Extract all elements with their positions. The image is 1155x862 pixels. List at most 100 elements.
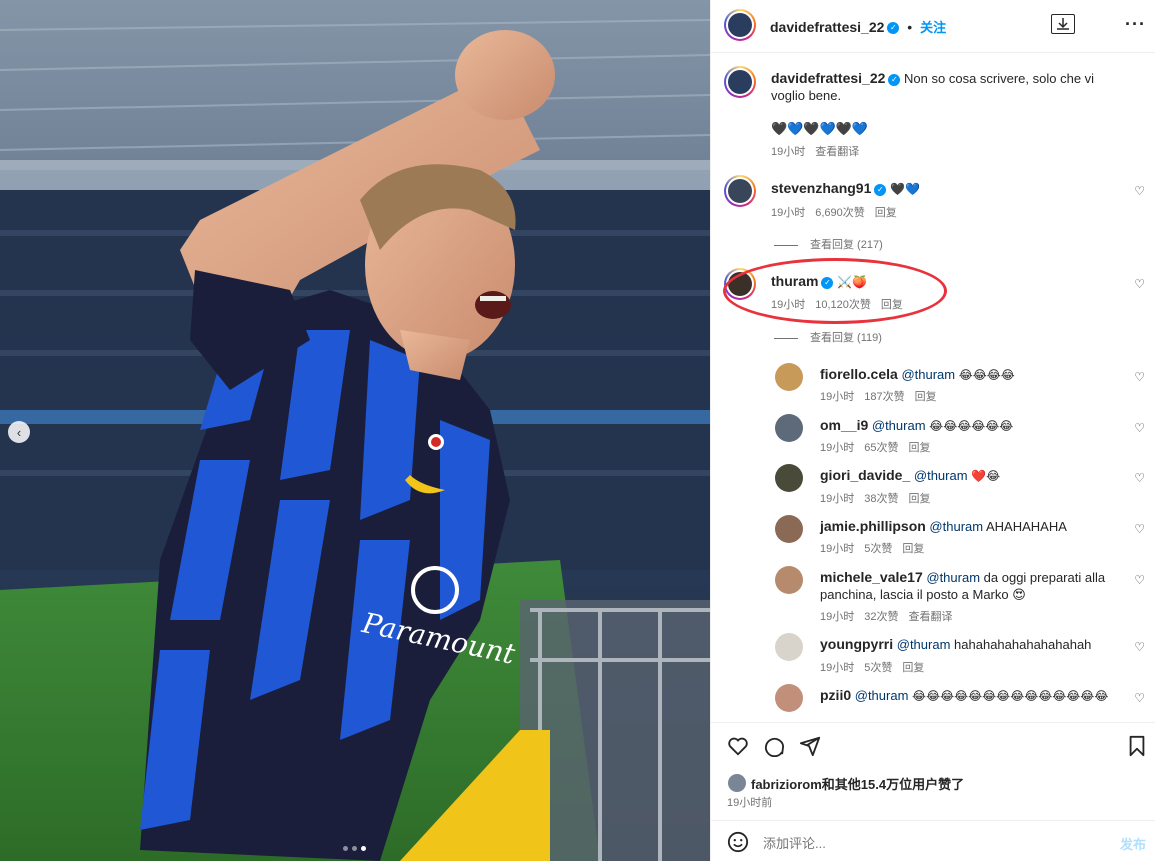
comment-avatar[interactable] (724, 175, 756, 207)
reply-avatar[interactable] (775, 633, 803, 661)
reply-mention[interactable]: @thuram (926, 570, 980, 585)
reply-likes[interactable]: 65次赞 (864, 442, 898, 454)
emoji-icon[interactable] (727, 831, 749, 858)
like-reply-icon[interactable]: ♡ (1134, 640, 1145, 654)
reply-likes[interactable]: 5次赞 (864, 543, 892, 555)
download-icon[interactable] (1051, 14, 1075, 34)
previous-photo-button[interactable]: ‹ (8, 421, 30, 443)
reply-likes[interactable]: 187次赞 (864, 391, 904, 403)
author-avatar[interactable] (724, 9, 756, 41)
reply-mention[interactable]: @thuram (914, 468, 968, 483)
author-username[interactable]: davidefrattesi_22 (770, 19, 884, 35)
reply-time[interactable]: 19小时 (820, 391, 854, 403)
reply-likes[interactable]: 5次赞 (864, 662, 892, 674)
reply-avatar[interactable] (775, 464, 803, 492)
caption-emojis: 🖤💙🖤💙🖤💙 (771, 121, 869, 136)
reply-time[interactable]: 19小时 (820, 611, 854, 623)
reply-link[interactable]: 回复 (915, 391, 937, 403)
comment-time[interactable]: 19小时 (771, 207, 805, 219)
like-reply-icon[interactable]: ♡ (1134, 471, 1145, 485)
liker-username[interactable]: fabriziorom (751, 777, 822, 792)
likes-summary[interactable]: fabriziorom和其他15.4万位用户赞了 (751, 774, 964, 793)
photo-illustration: Paramount (0, 0, 710, 861)
likes-count-text[interactable]: 和其他15.4万位用户赞了 (822, 777, 964, 792)
post-time[interactable]: 19小时前 (727, 794, 772, 810)
see-translation-link[interactable]: 查看翻译 (909, 611, 953, 623)
reply-avatar[interactable] (775, 566, 803, 594)
save-icon[interactable] (1127, 735, 1147, 762)
post-photo[interactable]: Paramount ‹ (0, 0, 710, 861)
comment-time[interactable]: 19小时 (771, 299, 805, 311)
comment-username[interactable]: thuram (771, 273, 818, 289)
caption-username[interactable]: davidefrattesi_22 (771, 70, 885, 86)
divider-line (774, 244, 798, 246)
reply-link[interactable]: 回复 (909, 442, 931, 454)
like-reply-icon[interactable]: ♡ (1134, 522, 1145, 536)
reply-username[interactable]: giori_davide_ (820, 467, 910, 483)
reply: giori_davide_ @thuram ❤️😂 (820, 467, 1000, 485)
reply-mention[interactable]: @thuram (929, 519, 983, 534)
share-icon[interactable] (799, 735, 821, 762)
separator-dot: • (907, 19, 913, 35)
reply-link[interactable]: 回复 (902, 662, 924, 674)
reply-link[interactable]: 回复 (909, 493, 931, 505)
comment-avatar[interactable] (724, 268, 756, 300)
reply-likes[interactable]: 38次赞 (864, 493, 898, 505)
reply-time[interactable]: 19小时 (820, 543, 854, 555)
reply-mention[interactable]: @thuram (901, 367, 955, 382)
comment-icon[interactable] (763, 735, 785, 762)
reply-username[interactable]: pzii0 (820, 687, 851, 703)
comment-likes[interactable]: 6,690次赞 (815, 207, 865, 219)
reply-time[interactable]: 19小时 (820, 493, 854, 505)
reply-avatar[interactable] (775, 515, 803, 543)
reply-username[interactable]: jamie.phillipson (820, 518, 926, 534)
reply-username[interactable]: fiorello.cela (820, 366, 898, 382)
view-replies-label: 查看回复 (217) (810, 239, 883, 251)
reply-text: AHAHAHAHA (986, 519, 1067, 534)
reply-text: ❤️😂 (971, 469, 1001, 483)
reply: pzii0 @thuram 😂😂😂😂😂😂😂😂😂😂😂😂😂😂 (820, 687, 1120, 719)
like-reply-icon[interactable]: ♡ (1134, 573, 1145, 587)
see-translation-link[interactable]: 查看翻译 (815, 146, 859, 158)
like-reply-icon[interactable]: ♡ (1134, 370, 1145, 384)
view-replies-label: 查看回复 (119) (810, 332, 882, 344)
post-side-panel: davidefrattesi_22 ✓ • 关注 ··· davidefratte… (710, 0, 1155, 861)
view-replies-link[interactable]: 查看回复 (217) (774, 236, 883, 252)
reply-mention[interactable]: @thuram (897, 637, 951, 652)
comment-likes[interactable]: 10,120次赞 (815, 299, 871, 311)
reply: michele_vale17 @thuram da oggi preparati… (820, 569, 1110, 603)
reply-likes[interactable]: 32次赞 (864, 611, 898, 623)
reply: youngpyrri @thuram hahahahahahahahahah (820, 636, 1091, 653)
more-options-icon[interactable]: ··· (1125, 14, 1146, 35)
caption-avatar[interactable] (724, 66, 756, 98)
reply-mention[interactable]: @thuram (855, 688, 909, 703)
reply-avatar[interactable] (775, 363, 803, 391)
comment-meta: 19小时 6,690次赞 回复 (771, 204, 907, 220)
reply-link[interactable]: 回复 (875, 207, 897, 219)
follow-button[interactable]: 关注 (920, 20, 946, 35)
comment-input[interactable] (761, 831, 1085, 855)
liker-avatar[interactable] (727, 773, 747, 793)
like-reply-icon[interactable]: ♡ (1134, 421, 1145, 435)
like-icon[interactable] (727, 735, 749, 762)
reply-username[interactable]: michele_vale17 (820, 569, 923, 585)
reply-time[interactable]: 19小时 (820, 662, 854, 674)
reply-username[interactable]: youngpyrri (820, 636, 893, 652)
reply-avatar[interactable] (775, 414, 803, 442)
caption-time[interactable]: 19小时 (771, 146, 805, 158)
comment: stevenzhang91 ✓ 🖤💙 (771, 180, 920, 198)
reply-link[interactable]: 回复 (902, 543, 924, 555)
reply-username[interactable]: om__i9 (820, 417, 868, 433)
like-comment-icon[interactable]: ♡ (1134, 277, 1145, 291)
like-reply-icon[interactable]: ♡ (1134, 691, 1145, 705)
reply-mention[interactable]: @thuram (872, 418, 926, 433)
view-replies-link[interactable]: 查看回复 (119) (774, 329, 882, 345)
reply-avatar[interactable] (775, 684, 803, 712)
reply-link[interactable]: 回复 (881, 299, 903, 311)
like-comment-icon[interactable]: ♡ (1134, 184, 1145, 198)
carousel-dot (352, 846, 357, 851)
comment-username[interactable]: stevenzhang91 (771, 180, 871, 196)
reply-time[interactable]: 19小时 (820, 442, 854, 454)
divider-line (774, 337, 798, 339)
post-comment-button[interactable]: 发布 (1120, 834, 1146, 853)
